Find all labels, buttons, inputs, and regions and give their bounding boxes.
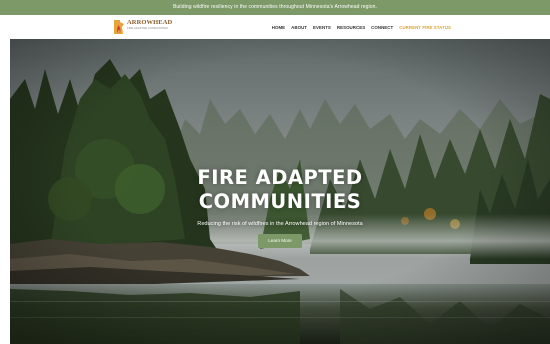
hero-title-line-1: FIRE ADAPTED [197, 166, 363, 189]
site-header: ARROWHEAD FIRE ADAPTED COMMUNITIES HOME … [0, 15, 550, 39]
hero-content: FIRE ADAPTED COMMUNITIES Reducing the ri… [10, 166, 550, 248]
hero-title: FIRE ADAPTED COMMUNITIES [10, 166, 550, 214]
nav-item-connect[interactable]: CONNECT [371, 25, 393, 30]
main-nav: HOME ABOUT EVENTS RESOURCES CONNECT CURR… [272, 15, 451, 39]
announcement-bar: Building wildfire resiliency in the comm… [0, 0, 550, 15]
learn-more-button[interactable]: Learn More [258, 234, 302, 248]
nav-item-current-fire-status[interactable]: CURRENT FIRE STATUS [399, 25, 451, 30]
nav-item-about[interactable]: ABOUT [291, 25, 307, 30]
nav-item-resources[interactable]: RESOURCES [337, 25, 365, 30]
announcement-text: Building wildfire resiliency in the comm… [172, 4, 378, 10]
hero-title-line-2: COMMUNITIES [198, 190, 362, 213]
logo-subtitle: FIRE ADAPTED COMMUNITIES [127, 26, 168, 30]
nav-item-events[interactable]: EVENTS [313, 25, 331, 30]
site-logo[interactable]: ARROWHEAD FIRE ADAPTED COMMUNITIES [113, 19, 173, 35]
nav-item-home[interactable]: HOME [272, 25, 285, 30]
minnesota-flame-icon [114, 20, 124, 34]
hero-subtitle: Reducing the risk of wildfires in the Ar… [197, 221, 363, 227]
hero-section: FIRE ADAPTED COMMUNITIES Reducing the ri… [10, 39, 550, 344]
